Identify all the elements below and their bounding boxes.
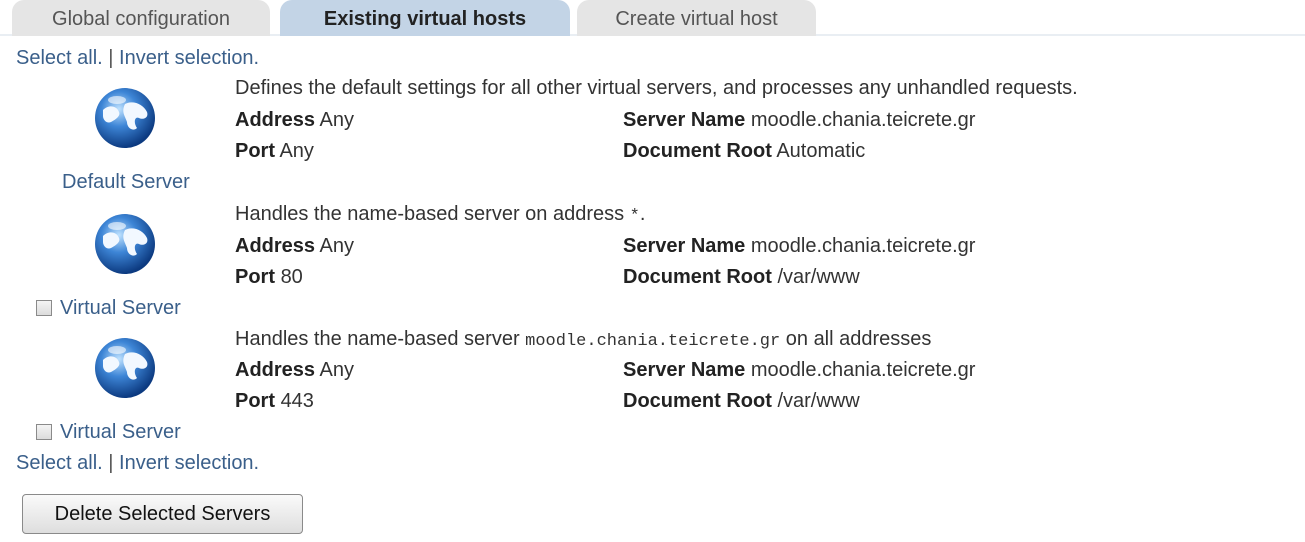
document-root-label: Document Root [623, 266, 772, 288]
document-root-value: /var/www [777, 266, 860, 288]
address-label: Address [235, 235, 316, 257]
address-field: Address Any [235, 234, 354, 258]
server-virtual-443: Virtual Server Handles the name-based se… [0, 0, 1305, 443]
description-code: moodle.chania.teicrete.gr [525, 332, 781, 351]
address-value: Any [319, 235, 354, 257]
port-field: Port 443 [235, 389, 314, 413]
server-description: Handles the name-based server on address… [235, 202, 645, 229]
virtual-server-label: Virtual Server [36, 420, 181, 444]
document-root-field: Document Root /var/www [623, 265, 860, 289]
selection-links-bottom: Select all. | Invert selection. [16, 451, 259, 475]
document-root-field: Document Root /var/www [623, 389, 860, 413]
description-text-end: on all addresses [780, 328, 932, 350]
address-value: Any [319, 359, 354, 381]
server-description: Handles the name-based server moodle.cha… [235, 327, 931, 354]
port-label: Port [235, 390, 275, 412]
globe-icon[interactable] [93, 212, 157, 276]
select-server-checkbox[interactable] [36, 424, 52, 440]
default-server-link[interactable]: Default Server [62, 170, 190, 194]
description-text: Handles the name-based server [235, 328, 526, 350]
invert-selection-link[interactable]: Invert selection. [119, 452, 259, 474]
delete-selected-servers-button[interactable]: Delete Selected Servers [22, 494, 303, 534]
port-field: Port Any [235, 139, 314, 163]
selection-separator: | [108, 452, 114, 474]
server-name-value: moodle.chania.teicrete.gr [750, 359, 976, 381]
server-name-value: moodle.chania.teicrete.gr [750, 235, 976, 257]
document-root-label: Document Root [623, 140, 772, 162]
virtual-server-label: Virtual Server [36, 296, 181, 320]
server-name-label: Server Name [623, 235, 746, 257]
server-name-label: Server Name [623, 359, 746, 381]
server-name-field: Server Name moodle.chania.teicrete.gr [623, 234, 975, 258]
port-value: 443 [280, 390, 314, 412]
port-field: Port 80 [235, 265, 303, 289]
address-field: Address Any [235, 358, 354, 382]
description-code: * [629, 207, 640, 226]
select-all-link[interactable]: Select all. [16, 452, 103, 474]
server-name-field: Server Name moodle.chania.teicrete.gr [623, 358, 975, 382]
description-text: Handles the name-based server on address [235, 203, 630, 225]
virtual-server-link[interactable]: Virtual Server [60, 421, 181, 443]
description-text-end: . [639, 203, 646, 225]
select-server-checkbox[interactable] [36, 300, 52, 316]
port-label: Port [235, 140, 275, 162]
globe-icon[interactable] [93, 336, 157, 400]
address-label: Address [235, 359, 316, 381]
document-root-value: /var/www [777, 390, 860, 412]
document-root-label: Document Root [623, 390, 772, 412]
document-root-value: Automatic [776, 140, 866, 162]
virtual-server-link[interactable]: Virtual Server [60, 297, 181, 319]
port-value: Any [279, 140, 314, 162]
document-root-field: Document Root Automatic [623, 139, 865, 163]
port-label: Port [235, 266, 275, 288]
port-value: 80 [280, 266, 303, 288]
